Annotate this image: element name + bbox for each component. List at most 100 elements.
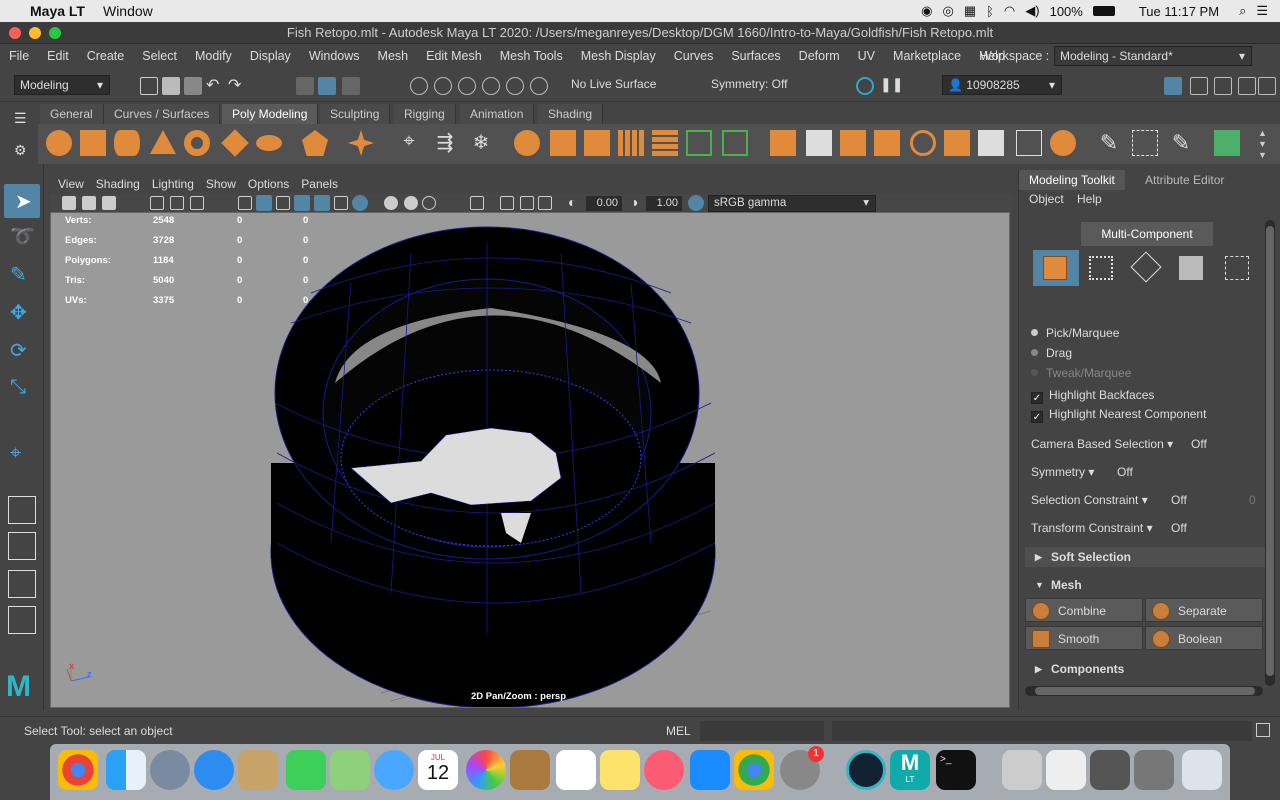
shelf-tab-curves-surfaces[interactable]: Curves / Surfaces [104, 104, 221, 124]
viewport-menu-show[interactable]: Show [206, 177, 236, 191]
menu-mesh-tools[interactable]: Mesh Tools [491, 49, 572, 63]
photos-icon[interactable] [466, 750, 506, 790]
object-mode-button[interactable] [1033, 250, 1079, 286]
wifi-icon[interactable]: ◠ [1004, 3, 1015, 19]
poly-torus-icon[interactable] [184, 130, 210, 156]
notification-center-icon[interactable]: ☰ [1256, 3, 1268, 19]
shelf-settings-icon[interactable]: ⚙ [14, 142, 27, 159]
snap-point-icon[interactable] [458, 77, 476, 95]
render-current-icon[interactable] [856, 77, 874, 95]
soft-selection-header[interactable]: ▶ Soft Selection [1025, 547, 1265, 567]
open-scene-icon[interactable] [162, 77, 180, 95]
menu-edit-mesh[interactable]: Edit Mesh [417, 49, 491, 63]
chrome-icon[interactable] [58, 750, 98, 790]
close-window-button[interactable] [9, 27, 21, 39]
viewport-menu-shading[interactable]: Shading [96, 177, 140, 191]
flag-icon[interactable]: ▦ [964, 3, 976, 19]
gitkraken-icon[interactable] [846, 750, 886, 790]
vertical-scrollbar[interactable] [1265, 220, 1275, 686]
script-language-label[interactable]: MEL [666, 724, 691, 738]
xray-icon[interactable] [314, 195, 330, 211]
mesh-header[interactable]: ▼ Mesh [1025, 575, 1265, 595]
window-thumbnail-3[interactable] [1134, 750, 1174, 790]
shelf-tab-rigging[interactable]: Rigging [394, 104, 456, 124]
window-thumbnail-1[interactable] [1046, 750, 1086, 790]
persp-outliner-layout-icon[interactable] [8, 570, 36, 598]
trash-icon[interactable] [1182, 750, 1222, 790]
facetime-icon[interactable] [286, 750, 326, 790]
tab-attribute-editor[interactable]: Attribute Editor [1135, 170, 1234, 190]
new-scene-icon[interactable] [140, 77, 158, 95]
last-tool-icon[interactable]: ⌖ [10, 442, 21, 465]
script-editor-icon[interactable] [1256, 723, 1270, 737]
multi-component-button[interactable]: Multi-Component [1081, 222, 1213, 246]
creative-cloud-icon[interactable]: ◉ [921, 3, 932, 19]
edge-loop-icon[interactable] [1050, 130, 1076, 156]
safe-frame-icon[interactable] [538, 196, 552, 210]
poly-disc-icon[interactable] [256, 135, 282, 151]
poly-cube-icon[interactable] [80, 130, 106, 156]
music-icon[interactable] [644, 750, 684, 790]
spotlight-icon[interactable]: ⌕ [1239, 3, 1246, 19]
camera-select-icon[interactable] [62, 196, 76, 210]
exposure-field[interactable]: 0.00 [586, 196, 622, 211]
app-name[interactable]: Maya LT [30, 3, 85, 19]
material-icon[interactable] [1214, 130, 1240, 156]
highlight-nearest-checkbox[interactable]: ✓ Highlight Nearest Component [1031, 407, 1206, 423]
scrollbar-thumb[interactable] [1266, 226, 1274, 676]
sweep-mesh-icon[interactable]: ⇶ [432, 130, 458, 156]
viewport-menu-options[interactable]: Options [248, 177, 289, 191]
menuset-select[interactable]: Modeling ▾ [14, 75, 110, 95]
components-header[interactable]: ▶ Components [1025, 659, 1265, 679]
append-shelf-icon[interactable] [874, 130, 900, 156]
bridge-shelf-icon[interactable] [806, 130, 832, 156]
grid-icon[interactable] [150, 196, 164, 210]
highlight-backfaces-checkbox[interactable]: ✓ Highlight Backfaces [1031, 388, 1154, 404]
poly-cylinder-icon[interactable] [114, 130, 140, 156]
face-mode-icon[interactable] [1179, 256, 1203, 280]
app-store-icon[interactable] [690, 750, 730, 790]
frame-selected-icon[interactable] [520, 196, 534, 210]
menu-create[interactable]: Create [78, 49, 134, 63]
poly-sphere-icon[interactable] [46, 130, 72, 156]
horizontal-scrollbar[interactable] [1025, 686, 1263, 696]
safari-icon[interactable] [194, 750, 234, 790]
outliner-layout-icon[interactable] [8, 606, 36, 634]
redo-icon[interactable]: ↷ [228, 75, 241, 95]
fill-hole-icon[interactable] [910, 130, 936, 156]
shelf-scroll-icon[interactable]: ▲ ▼ ▼ [1258, 128, 1267, 161]
notes-icon[interactable] [600, 750, 640, 790]
finder-icon[interactable] [106, 750, 146, 790]
transform-constraint-row[interactable]: Transform Constraint ▾ Off [1031, 521, 1187, 535]
paint-select-tool-icon[interactable]: ✎ [10, 262, 27, 287]
clock[interactable]: Tue 11:17 PM [1139, 4, 1219, 19]
modeling-toolkit-toggle-icon[interactable] [1164, 77, 1182, 95]
resolution-gate-icon[interactable] [190, 196, 204, 210]
downloads-icon[interactable] [1002, 750, 1042, 790]
default-material-icon[interactable] [276, 196, 290, 210]
live-surface-field[interactable]: No Live Surface [566, 75, 676, 95]
camera-based-selection-row[interactable]: Camera Based Selection ▾ Off [1031, 437, 1207, 451]
menu-uv[interactable]: UV [849, 49, 884, 63]
minimize-window-button[interactable] [29, 27, 41, 39]
shelf-tab-shading[interactable]: Shading [538, 104, 604, 124]
attribute-editor-toggle-icon[interactable] [1190, 77, 1208, 95]
messages-icon[interactable] [374, 750, 414, 790]
snap-live-icon[interactable] [530, 77, 548, 95]
volume-icon[interactable]: ◀) [1025, 3, 1039, 19]
menu-file[interactable]: File [0, 49, 38, 63]
poly-cone-icon[interactable] [150, 130, 176, 154]
smooth-shade-icon[interactable] [256, 195, 272, 211]
rotate-tool-icon[interactable]: ⟳ [10, 338, 27, 363]
freeze-transform-icon[interactable]: ❄ [468, 130, 494, 156]
extrude-shelf-icon[interactable] [770, 130, 796, 156]
lights-icon[interactable] [334, 196, 348, 210]
menu-deform[interactable]: Deform [790, 49, 849, 63]
separate-shelf-icon[interactable] [550, 130, 576, 156]
save-scene-icon[interactable] [184, 77, 202, 95]
layers-toggle-icon[interactable] [1258, 77, 1276, 95]
tab-modeling-toolkit[interactable]: Modeling Toolkit [1019, 170, 1125, 190]
workspace-select[interactable]: Modeling - Standard* ▾ [1054, 46, 1252, 66]
symmetry-row[interactable]: Symmetry ▾ Off [1031, 465, 1133, 479]
color-management-icon[interactable] [688, 195, 704, 211]
